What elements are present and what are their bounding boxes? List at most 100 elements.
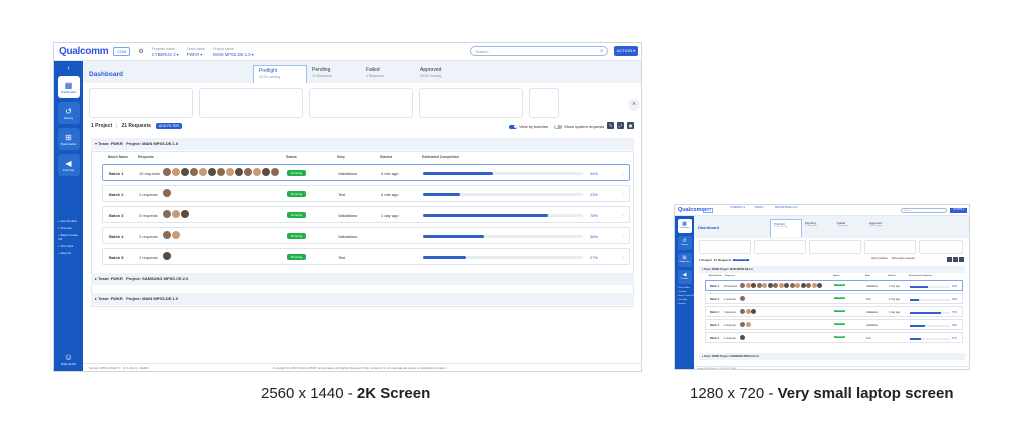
more-icon[interactable]: ⋮	[621, 234, 625, 239]
sidebar-item-history[interactable]: ↺ History	[677, 236, 692, 250]
table-row[interactable]: Batch 1 15 requests Running Validations …	[102, 164, 630, 181]
team-select[interactable]: Team name FWKR ▾	[187, 47, 205, 57]
megaphone-icon: ◀	[65, 158, 72, 168]
team-group-header[interactable]: ▸ Team: FWKR Project: SAMSUNG MPSS.CE.2.…	[91, 273, 634, 285]
grid-icon: ▦	[64, 80, 73, 90]
team-group-header[interactable]: ▾ Team: FWKR Project: MAIN MPSS.DE.1.0	[699, 266, 965, 273]
request-count: 21 Requests	[121, 123, 151, 129]
env-badge[interactable]: CDM	[703, 208, 713, 213]
team-group-header[interactable]: ▸ Team: FWKR Project: MAIN MPSS.DE.1.0	[91, 293, 634, 305]
summary-card[interactable]	[919, 240, 963, 254]
sidebar-link[interactable]: + Gen Profiles	[58, 219, 83, 223]
action-button[interactable]: ACTION ▾	[950, 208, 967, 213]
table-row[interactable]: Batch 3 3 requests Running Validations 1…	[102, 206, 630, 223]
table-row[interactable]: Batch 33 requests Running Validations 1 da…	[705, 306, 963, 317]
sidebar-link[interactable]: + Reports	[58, 251, 83, 255]
summary-card[interactable]	[809, 240, 861, 254]
project-select[interactable]: Project name MAIN MPSS.DE.1.0 ▾	[213, 47, 254, 57]
tab-preflight[interactable]: Preflight 11/21 running	[253, 65, 307, 83]
avatar-group	[163, 168, 279, 176]
tab-pending[interactable]: Pending 10 Requests	[307, 65, 361, 83]
sidebar-link[interactable]: + Reports	[677, 303, 694, 305]
sidebar-link[interactable]: + Promote	[58, 226, 83, 230]
summary-card[interactable]	[309, 88, 413, 118]
more-icon[interactable]: ⋮	[621, 213, 625, 218]
expand-icon[interactable]: ⤢	[617, 122, 624, 129]
caption-laptop: 1280 x 720 - Very small laptop screen	[690, 385, 954, 402]
search-input[interactable]: Search... ⌕	[470, 46, 608, 56]
avatar-group	[163, 210, 189, 218]
summary-card[interactable]	[199, 88, 303, 118]
sidebar-link[interactable]: + Port Jobs	[58, 244, 83, 248]
sidebar-item-dashboard[interactable]: ▦ Dashboard	[677, 219, 692, 233]
summary-card[interactable]	[754, 240, 806, 254]
summary-card[interactable]	[419, 88, 523, 118]
summary-card[interactable]	[864, 240, 916, 254]
show-system-toggle[interactable]: Show system requests	[892, 258, 915, 260]
tab-preflight[interactable]: Preflight 11/21 running	[770, 219, 802, 237]
add-filter-button[interactable]: ADD FILTER	[733, 259, 749, 261]
tab-sub: 26/26 running	[420, 74, 442, 78]
team-group-header[interactable]: ▾ Team: FWKR Project: MAIN MPSS.DE.1.0	[91, 138, 634, 150]
program-select[interactable]: Program name CYBERUS 2 ▾	[152, 47, 179, 57]
sidebar-item-bookmarks[interactable]: ⊞ Bookmarks	[677, 253, 692, 267]
summary-card[interactable]	[699, 240, 751, 254]
tab-approved[interactable]: Approved 26/26 running	[415, 65, 469, 83]
sidebar-item-promote[interactable]: ◀ Promote	[677, 270, 692, 284]
edit-icon[interactable]: ✎	[607, 122, 614, 129]
summary-card[interactable]	[89, 88, 193, 118]
sidebar-link[interactable]: + Batch Create CR	[677, 295, 694, 297]
table-row[interactable]: Batch 2 1 requests Running Test 4 min ag…	[102, 185, 630, 202]
dashboard-header: Dashboard Preflight 11/21 running Pendin…	[83, 61, 641, 83]
search-input[interactable]: Search...	[901, 208, 947, 213]
sidebar-link[interactable]: + Batch Create CR	[58, 233, 83, 241]
view-batches-toggle[interactable]: View by batches	[509, 124, 548, 129]
bookmark-icon: ⊞	[65, 132, 72, 142]
show-system-toggle[interactable]: Show system requests	[554, 124, 604, 129]
env-badge[interactable]: CDM	[113, 47, 131, 56]
edit-icon[interactable]	[947, 257, 952, 262]
program-select[interactable]: CYBERUS 2 ▾	[730, 207, 745, 210]
tab-failed[interactable]: Failed 0 Requests	[361, 65, 415, 83]
qualcomm-logo: Qualcomm	[59, 46, 109, 57]
history-icon: ↺	[65, 106, 72, 116]
gear-icon[interactable]: ⚙	[138, 48, 143, 55]
export-icon[interactable]: ▣	[627, 122, 634, 129]
summary-card[interactable]	[529, 88, 559, 118]
sidebar-link[interactable]: + Gen Profiles	[677, 287, 694, 289]
sidebar-link[interactable]: + Promote	[677, 291, 694, 293]
chevron-right-icon[interactable]: ›	[54, 65, 83, 72]
user-menu[interactable]: ☺ Nate Smith	[54, 352, 83, 366]
table-row[interactable]: Batch 1 15 requests Running Validations 4 m…	[705, 280, 963, 291]
progress-bar	[910, 338, 950, 340]
progress-bar	[423, 235, 583, 238]
table-row[interactable]: Batch 21 requests Running Test 4 min ago 2…	[705, 293, 963, 304]
export-icon[interactable]	[959, 257, 964, 262]
collapse-icon[interactable]: ˄	[628, 99, 640, 111]
project-select[interactable]: MAIN MPSS.DE.1.0 ▾	[775, 207, 797, 210]
user-icon: ☺	[63, 352, 74, 362]
expand-icon[interactable]	[953, 257, 958, 262]
table-row[interactable]: Batch 5 1 requests Running Test 27% ⋮	[102, 248, 630, 265]
more-icon[interactable]: ⋮	[621, 192, 625, 197]
action-button[interactable]: ACTION ▾	[614, 46, 638, 56]
more-icon[interactable]: ⋮	[621, 171, 625, 176]
sidebar-item-bookmarks[interactable]: ⊞ Bookmarks	[57, 128, 80, 150]
team-select[interactable]: FWKR ▾	[755, 207, 764, 210]
table-row[interactable]: Batch 51 requests Running Test 27%	[705, 332, 963, 343]
tab-failed[interactable]: Failed 0 Requests	[834, 219, 866, 237]
table-row[interactable]: Batch 42 requests Running Validations 38%	[705, 319, 963, 330]
sidebar-item-promote[interactable]: ◀ Promote	[57, 154, 80, 176]
status-badge: Running	[287, 233, 307, 239]
sidebar-item-dashboard[interactable]: ▦ Dashboard	[57, 76, 80, 98]
team-group-header[interactable]: ▸ Team: FWKR Project: SAMSUNG MPSS.CE.2.…	[699, 353, 965, 360]
sidebar-link[interactable]: + Port Jobs	[677, 299, 694, 301]
add-filter-button[interactable]: ADD FILTER	[155, 123, 183, 129]
sidebar-item-history[interactable]: ↺ History	[57, 102, 80, 124]
tab-pending[interactable]: Pending 10 Requests	[802, 219, 834, 237]
view-batches-toggle[interactable]: View by batches	[871, 258, 888, 260]
tab-approved[interactable]: Approved 26/26 running	[866, 219, 898, 237]
table-row[interactable]: Batch 4 2 requests Running Validations 3…	[102, 227, 630, 244]
more-icon[interactable]: ⋮	[621, 255, 625, 260]
column-header: Batch Name	[709, 275, 722, 277]
